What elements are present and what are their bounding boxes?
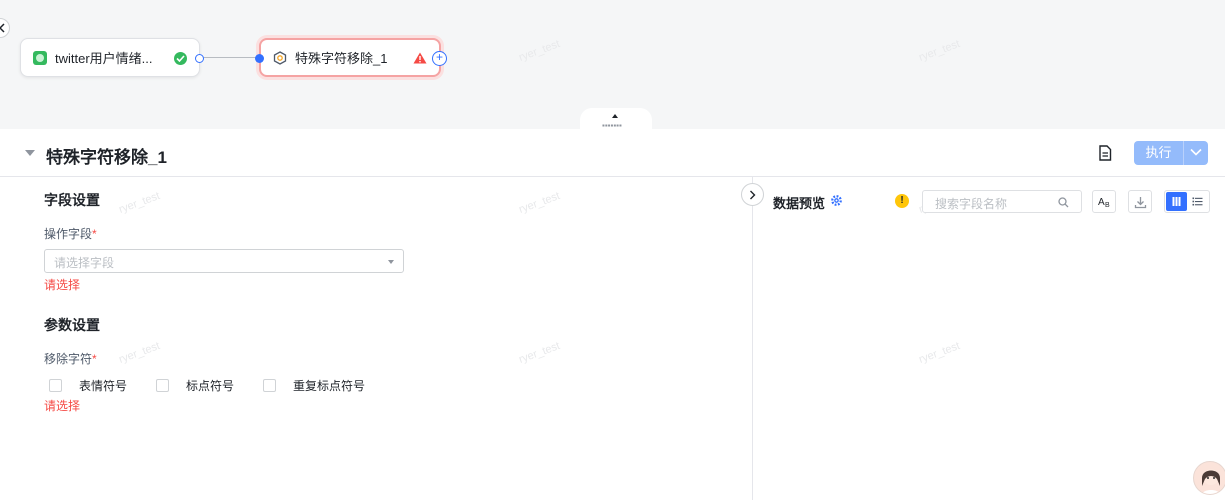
svg-text:B: B [1105, 202, 1110, 208]
svg-text:A: A [1098, 197, 1105, 208]
workflow-canvas[interactable]: ryer_test ryer_test ryer_test twitter用户情… [0, 0, 1225, 129]
chevron-down-icon [1190, 148, 1202, 156]
dropdown-arrow-icon [388, 260, 394, 264]
watermark: ryer_test [517, 38, 562, 64]
document-icon[interactable] [1098, 145, 1112, 164]
checkbox-box[interactable] [49, 379, 62, 392]
chevron-right-icon [750, 190, 756, 200]
operate-field-label: 操作字段* [44, 227, 97, 241]
required-mark: * [92, 352, 97, 366]
canvas-back-button[interactable] [0, 18, 10, 38]
notice-icon[interactable]: ! [895, 194, 909, 208]
remove-chars-label: 移除字符* [44, 352, 97, 366]
table-view-button[interactable] [1166, 192, 1187, 211]
field-settings-title: 字段设置 [44, 192, 100, 208]
checkbox-repeat-punctuation[interactable]: 重复标点符号 [263, 377, 365, 394]
list-view-icon [1192, 197, 1203, 206]
search-placeholder: 搜索字段名称 [935, 197, 1008, 211]
table-view-icon [1172, 197, 1181, 206]
panel-header: 特殊字符移除_1 执行 [0, 129, 1225, 177]
run-button[interactable]: 执行 [1134, 141, 1184, 165]
checkbox-label: 标点符号 [186, 379, 235, 393]
search-field-input[interactable]: 搜索字段名称 [922, 190, 1082, 213]
watermark: ryer_test [917, 340, 962, 366]
operate-field-error: 请选择 [44, 278, 81, 292]
add-node-icon[interactable]: + [432, 51, 447, 66]
assistant-avatar[interactable] [1193, 461, 1225, 495]
avatar-icon [1201, 469, 1221, 494]
search-icon [1058, 197, 1069, 208]
checkbox-punctuation[interactable]: 标点符号 [156, 377, 234, 394]
node-label: twitter用户情绪... [55, 51, 153, 66]
watermark: ryer_test [117, 340, 162, 366]
checkbox-emoji[interactable]: 表情符号 [49, 377, 127, 394]
edge-connector [204, 57, 258, 58]
data-preview-panel: ryer_test ryer_test 数据预览 ! 搜索字段名称 AB [753, 177, 1225, 500]
watermark: ryer_test [917, 38, 962, 64]
param-settings-title: 参数设置 [44, 317, 100, 333]
list-view-button[interactable] [1187, 192, 1208, 211]
remove-chars-error: 请选择 [44, 399, 81, 413]
gear-icon[interactable] [830, 194, 843, 210]
view-mode-toggle [1164, 190, 1210, 213]
expand-preview-button[interactable] [741, 183, 764, 206]
output-port[interactable] [195, 54, 204, 63]
caret-down-icon[interactable] [25, 150, 35, 156]
chevron-up-icon [612, 114, 618, 118]
operate-field-select[interactable]: 请选择字段 [44, 249, 404, 273]
success-icon [174, 52, 187, 65]
watermark: ryer_test [117, 190, 162, 216]
run-dropdown-button[interactable] [1184, 141, 1208, 165]
chevron-left-icon [0, 23, 5, 33]
checkbox-label: 重复标点符号 [293, 379, 366, 393]
download-button[interactable] [1128, 190, 1152, 213]
watermark: ryer_test [517, 340, 562, 366]
preview-title: 数据预览 [773, 196, 826, 211]
download-icon [1134, 197, 1147, 209]
checkbox-box[interactable] [263, 379, 276, 392]
select-placeholder: 请选择字段 [54, 256, 115, 270]
panel-title: 特殊字符移除_1 [46, 148, 167, 167]
checkbox-box[interactable] [156, 379, 169, 392]
run-button-group: 执行 [1134, 141, 1208, 165]
node-special-char-removal[interactable]: 特殊字符移除_1 + [255, 38, 447, 77]
text-format-button[interactable]: AB [1092, 190, 1116, 213]
watermark: ryer_test [517, 190, 562, 216]
font-size-icon: AB [1098, 197, 1110, 208]
node-label: 特殊字符移除_1 [295, 51, 388, 66]
checkbox-label: 表情符号 [79, 379, 128, 393]
required-mark: * [92, 227, 97, 241]
settings-form: ryer_test ryer_test ryer_test ryer_test … [0, 177, 752, 500]
warning-icon [413, 52, 427, 67]
input-port[interactable] [255, 54, 264, 63]
operator-icon [273, 50, 287, 65]
node-dataset[interactable]: twitter用户情绪... [20, 38, 204, 77]
dataset-icon [33, 50, 47, 65]
collapse-panel-tab[interactable]: ▪▪▪▪▪▪▪ [580, 108, 652, 129]
